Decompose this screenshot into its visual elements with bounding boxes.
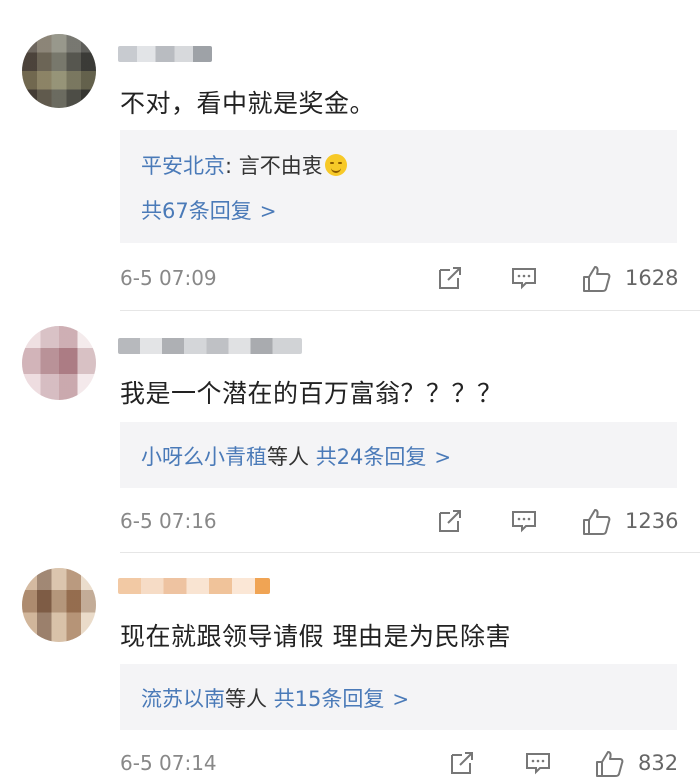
divider — [120, 552, 700, 553]
thumbs-up-icon[interactable] — [594, 749, 626, 779]
share-icon[interactable] — [436, 264, 464, 292]
username-blurred[interactable] — [118, 46, 212, 62]
reply-count-label: 共67条回复 — [141, 199, 252, 223]
thumbs-up-icon[interactable] — [581, 264, 613, 294]
avatar[interactable] — [22, 326, 96, 400]
reply-count-label[interactable]: 共15条回复 — [274, 687, 385, 711]
like-count: 1236 — [625, 509, 679, 533]
share-icon[interactable] — [436, 507, 464, 535]
reply-snippet[interactable]: 小呀么小青稙等人 共24条回复 > — [141, 441, 451, 471]
timestamp: 6-5 07:09 — [120, 266, 217, 290]
chevron-right-icon: > — [392, 687, 410, 711]
thumbs-up-icon[interactable] — [581, 507, 613, 537]
comment-meta: 6-5 07:16 1236 — [120, 507, 680, 535]
divider — [120, 310, 700, 311]
reply-preview[interactable]: 小呀么小青稙等人 共24条回复 > — [120, 422, 677, 488]
like-count: 1628 — [625, 266, 679, 290]
reply-snippet[interactable]: 流苏以南等人 共15条回复 > — [141, 683, 409, 713]
chevron-right-icon: > — [259, 199, 277, 223]
reply-users-suffix: 等人 — [267, 445, 309, 469]
reply-preview[interactable]: 平安北京: 言不由衷 共67条回复 > — [120, 130, 677, 243]
reply-content: 言不由衷 — [232, 154, 323, 178]
reply-snippet: 平安北京: 言不由衷 — [141, 150, 347, 180]
comment-meta: 6-5 07:09 1628 — [120, 264, 680, 292]
reply-author-link[interactable]: 平安北京 — [141, 154, 225, 178]
reply-users-link[interactable]: 小呀么小青稙 — [141, 445, 267, 469]
comment-icon[interactable] — [510, 507, 538, 535]
avatar[interactable] — [22, 568, 96, 642]
comment-text: 现在就跟领导请假 理由是为民除害 — [120, 622, 511, 651]
comment-text: 我是一个潜在的百万富翁？？？？ — [120, 379, 503, 408]
reply-users-suffix: 等人 — [225, 687, 267, 711]
reply-count-link[interactable]: 共67条回复 > — [141, 195, 277, 225]
reply-preview[interactable]: 流苏以南等人 共15条回复 > — [120, 664, 677, 730]
like-count: 832 — [638, 751, 679, 775]
reply-count-label[interactable]: 共24条回复 — [316, 445, 427, 469]
share-icon[interactable] — [448, 749, 476, 777]
chevron-right-icon: > — [434, 445, 452, 469]
comment-icon[interactable] — [510, 264, 538, 292]
comment-meta: 6-5 07:14 832 — [120, 749, 680, 777]
username-blurred[interactable] — [118, 338, 302, 354]
timestamp: 6-5 07:14 — [120, 751, 217, 775]
avatar[interactable] — [22, 34, 96, 108]
comment-text: 不对，看中就是奖金。 — [120, 89, 376, 118]
username-blurred[interactable] — [118, 578, 270, 594]
comment-icon[interactable] — [524, 749, 552, 777]
smile-emoji-icon — [324, 154, 347, 176]
timestamp: 6-5 07:16 — [120, 509, 217, 533]
reply-users-link[interactable]: 流苏以南 — [141, 687, 225, 711]
